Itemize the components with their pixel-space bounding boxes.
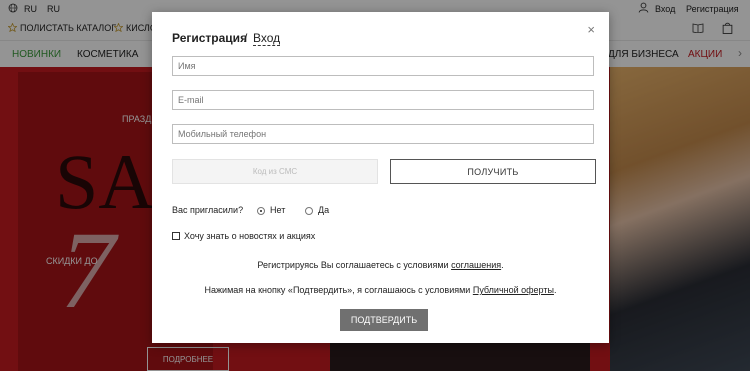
phone-field[interactable] (172, 124, 594, 144)
agreement-link[interactable]: соглашения (451, 260, 501, 270)
invited-no-radio[interactable] (257, 207, 265, 215)
news-checkbox-label[interactable]: Хочу знать о новостях и акциях (184, 231, 315, 241)
sms-code-field[interactable]: Код из СМС (172, 159, 378, 184)
confirm-button[interactable]: ПОДТВЕРДИТЬ (340, 309, 428, 331)
modal-title: Регистрация (172, 31, 248, 45)
invited-no-label[interactable]: Нет (270, 205, 285, 215)
email-field[interactable] (172, 90, 594, 110)
title-separator: / (244, 31, 248, 45)
close-icon[interactable]: × (587, 22, 595, 37)
invited-question-label: Вас пригласили? (172, 205, 244, 215)
login-tab-link[interactable]: Вход (253, 31, 281, 46)
offer-link[interactable]: Публичной оферты (473, 285, 554, 295)
offer-text: Нажимая на кнопку «Подтвердить», я согла… (152, 285, 609, 295)
name-field[interactable] (172, 56, 594, 76)
offer-dot: . (553, 285, 557, 295)
get-code-button[interactable]: ПОЛУЧИТЬ (390, 159, 596, 184)
offer-prefix: Нажимая на кнопку «Подтвердить», я согла… (204, 285, 471, 295)
invited-yes-label[interactable]: Да (318, 205, 329, 215)
agreement-text: Регистрируясь Вы соглашаетесь с условиям… (152, 260, 609, 270)
agreement-prefix: Регистрируясь Вы соглашаетесь с условиям… (257, 260, 449, 270)
registration-modal: × Регистрация / Вход Код из СМС ПОЛУЧИТЬ… (152, 12, 609, 343)
invited-yes-radio[interactable] (305, 207, 313, 215)
news-checkbox[interactable] (172, 232, 180, 240)
agreement-dot: . (501, 260, 504, 270)
